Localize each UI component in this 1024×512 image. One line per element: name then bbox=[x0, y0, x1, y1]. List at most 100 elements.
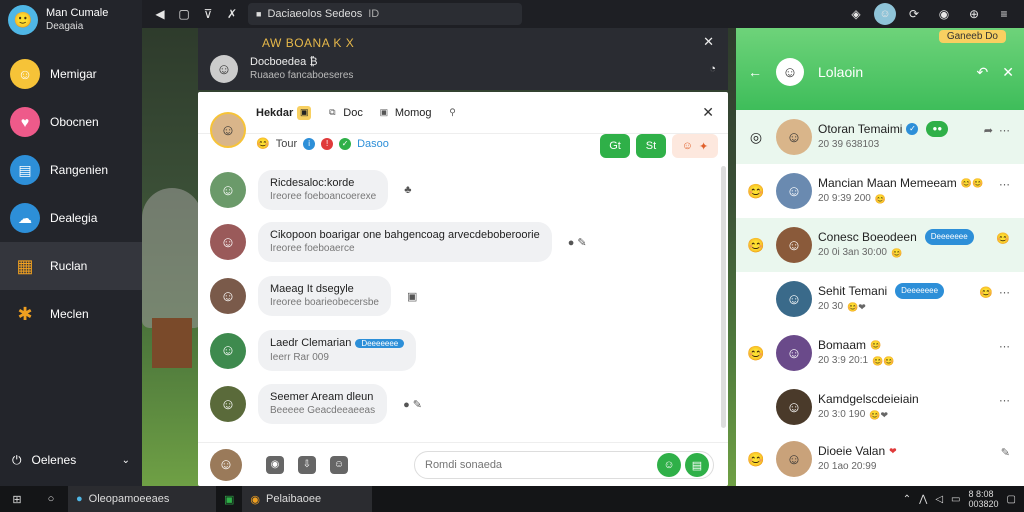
refresh-icon[interactable]: ⟳ bbox=[902, 2, 926, 26]
sidebar-item-memigar[interactable]: ☺ Memigar bbox=[0, 50, 142, 98]
more-icon[interactable]: ⋯ bbox=[999, 286, 1010, 299]
reaction-button[interactable]: ☺ ✦ bbox=[672, 134, 718, 158]
user-avatar[interactable]: ☺ bbox=[874, 3, 896, 25]
sidebar-item-ruclan[interactable]: ▦ Ruclan bbox=[0, 242, 142, 290]
clock-time: 8 8:08 bbox=[968, 489, 994, 499]
contact-name: Sehit Temani bbox=[818, 284, 888, 298]
more-icon[interactable]: ⋯ bbox=[999, 124, 1010, 137]
sidebar-item-dealegia[interactable]: ☁ Dealegia bbox=[0, 194, 142, 242]
camera-icon[interactable]: ◉ bbox=[266, 455, 284, 474]
message-input[interactable] bbox=[425, 459, 653, 471]
flag-icon: ◎ bbox=[749, 128, 763, 145]
menu-icon[interactable]: ≡ bbox=[992, 2, 1016, 26]
close-icon[interactable]: ✕ bbox=[702, 104, 714, 121]
list-item[interactable]: 😊 ☺ Dioeie Valan ❤ 20 1ao 20:99 ✎ bbox=[736, 432, 1024, 486]
grid-icon: ▦ bbox=[16, 255, 34, 276]
chat-tabs: Hekdar ▣ ⧉ Doc ▣ Momog ⚲ bbox=[198, 92, 728, 134]
sidebar-item-meclen[interactable]: ✱ Meclen bbox=[0, 290, 142, 338]
profile[interactable]: 🙂 Man Cumale Deagaia bbox=[0, 0, 142, 40]
close-icon[interactable]: ✕ bbox=[1002, 64, 1014, 81]
share-icon[interactable]: ➦ bbox=[984, 124, 993, 137]
sidebar-bottom-menu[interactable]: ⏻ Oelenes ⌄ bbox=[0, 434, 142, 486]
profile-avatar[interactable]: 🙂 bbox=[8, 5, 38, 35]
more-icon[interactable]: ◔ bbox=[709, 63, 716, 75]
send-button[interactable]: ▤ bbox=[685, 453, 709, 477]
system-tray: ⌃ ⋀ ◁ ▭ 8 8:08 003820 ▢ bbox=[903, 489, 1016, 509]
panel-badge[interactable]: Ganeeb Do bbox=[938, 30, 1006, 43]
share-button[interactable]: St bbox=[636, 134, 666, 158]
message-bubble: Ricdesaloc:korde Ireoree foeboancoerexe bbox=[258, 170, 389, 210]
contact-name: Mancian Maan Memeeam bbox=[818, 176, 957, 190]
self-avatar[interactable]: ☺ bbox=[210, 448, 242, 481]
sidebar-item-label: Obocnen bbox=[50, 115, 99, 129]
contact-avatar[interactable]: ☺ bbox=[776, 58, 804, 86]
network-icon[interactable]: ⋀ bbox=[919, 494, 927, 505]
list-item[interactable]: ☺ Seemer Aream dleun Beeeee Geacdeeaeeas… bbox=[210, 384, 422, 424]
more-icon[interactable]: ⋯ bbox=[999, 178, 1010, 191]
list-item[interactable]: 😊 ☺ Conesc Boeodeen Deeeeeee 20 0i 3an 30… bbox=[736, 218, 1024, 272]
start-button[interactable]: ⊞ bbox=[0, 486, 34, 512]
sticker-icon[interactable]: ☺ bbox=[330, 455, 348, 474]
emoji-icon[interactable]: ✎ bbox=[1001, 446, 1010, 459]
top-bar: ◀ ▢ ⊽ ✗ ■ Daciaeolos Sedeos ID ◈ ☺ ⟳ ◉ ⊕… bbox=[142, 0, 1024, 28]
contact-sub: 20 9:39 200 bbox=[818, 193, 871, 204]
taskbar-item-files[interactable]: ▣ bbox=[216, 486, 242, 512]
more-icon[interactable]: ⋯ bbox=[999, 394, 1010, 407]
smile-icon: 😊 bbox=[747, 182, 765, 199]
emoji-icon[interactable]: 😊 bbox=[996, 232, 1010, 245]
taskbar-label: Pelaibaoee bbox=[266, 493, 322, 505]
reaction-icon[interactable]: ● ✎ bbox=[568, 236, 587, 249]
list-item[interactable]: 😊 ☺ Mancian Maan Memeeam 😊😊 20 9:39 200 😊 … bbox=[736, 164, 1024, 218]
list-item[interactable]: ☺ Sehit Temani Deeeeeee 20 30 😊❤ 😊 ⋯ bbox=[736, 272, 1024, 326]
emoji-icon: 😊❤ bbox=[869, 410, 889, 420]
taskbar-item-browser[interactable]: ● Oleopamoeeaes bbox=[68, 486, 216, 512]
battery-icon[interactable]: ▭ bbox=[951, 494, 960, 505]
emoji-icon[interactable]: 😊 bbox=[979, 286, 993, 299]
cloud-icon: ☁ bbox=[10, 203, 40, 233]
emoji-button[interactable]: ☺ bbox=[657, 453, 681, 477]
list-item[interactable]: ☺ Maeag It dsegyle Ireoree boarieobecers… bbox=[210, 276, 417, 316]
address-bar[interactable]: ■ Daciaeolos Sedeos ID bbox=[248, 3, 522, 25]
back-icon[interactable]: ◀ bbox=[148, 2, 172, 26]
call-button[interactable]: Gt bbox=[600, 134, 630, 158]
list-item[interactable]: ☺ Kamdgelscdeieiain 20 3:0 190 😊❤ ⋯ bbox=[736, 380, 1024, 434]
volume-icon[interactable]: ◁ bbox=[935, 494, 943, 505]
search-icon[interactable]: ⚲ bbox=[446, 106, 460, 120]
list-item[interactable]: 😊 ☺ Bomaam 😊 20 3:9 20:1 😊😊 ⋯ bbox=[736, 326, 1024, 380]
list-item[interactable]: ☺ Laedr Clemarian Deeeeeee Ieerr Rar 009 bbox=[210, 330, 417, 371]
download-icon[interactable]: ⊕ bbox=[962, 2, 986, 26]
window-icon[interactable]: ▢ bbox=[172, 2, 196, 26]
search-icon[interactable]: ○ bbox=[34, 486, 68, 512]
back-arrow-icon[interactable]: ← bbox=[748, 64, 762, 80]
extension-icon[interactable]: ◈ bbox=[844, 2, 868, 26]
reaction-icon[interactable]: ▣ bbox=[407, 290, 417, 303]
taskbar-item-chrome[interactable]: ◉ Pelaibaoee bbox=[242, 486, 373, 512]
notification-row[interactable]: ☺ Docboedea ₿ Ruaaeo fancaboeseres ◔ bbox=[210, 55, 716, 83]
settings-icon[interactable]: ◉ bbox=[932, 2, 956, 26]
notification-icon[interactable]: ▢ bbox=[1007, 494, 1016, 505]
more-icon[interactable]: ⋯ bbox=[999, 340, 1010, 353]
cross-icon[interactable]: ✗ bbox=[220, 2, 244, 26]
attach-icon[interactable]: ⇩ bbox=[298, 455, 316, 474]
check-icon: ✓ bbox=[339, 137, 352, 150]
list-item[interactable]: ◎ ☺ Otoran Temaimi ✓ ●● 20 39 638103 ➦ ⋯ bbox=[736, 110, 1024, 164]
clock[interactable]: 8 8:08 003820 bbox=[969, 489, 999, 509]
tab-doc[interactable]: ⧉ Doc bbox=[325, 106, 363, 120]
close-icon[interactable]: ✕ bbox=[703, 34, 714, 50]
reaction-icon[interactable]: ♣ bbox=[404, 184, 411, 196]
tab-momog[interactable]: ▣ Momog bbox=[377, 106, 432, 120]
chevron-up-icon[interactable]: ⌃ bbox=[903, 494, 911, 505]
filter-icon[interactable]: ⊽ bbox=[196, 2, 220, 26]
list-item[interactable]: ☺ Cikopoon boarigar one bahgencoag arvec… bbox=[210, 222, 587, 262]
chat-header-avatar[interactable]: ☺ bbox=[210, 112, 246, 148]
message-bubble: Laedr Clemarian Deeeeeee Ieerr Rar 009 bbox=[258, 330, 417, 371]
tab-hekdar[interactable]: Hekdar ▣ bbox=[256, 105, 312, 120]
undo-icon[interactable]: ↶ bbox=[977, 64, 989, 81]
sidebar-item-label: Memigar bbox=[50, 67, 97, 81]
scrollbar[interactable] bbox=[721, 166, 726, 428]
info-icon: i bbox=[303, 137, 316, 150]
sidebar-item-obocnen[interactable]: ♥ Obocnen bbox=[0, 98, 142, 146]
reaction-icon[interactable]: ● ✎ bbox=[403, 398, 422, 411]
sidebar-item-rangenien[interactable]: ▤ Rangenien bbox=[0, 146, 142, 194]
list-item[interactable]: ☺ Ricdesaloc:korde Ireoree foeboancoerex… bbox=[210, 170, 411, 210]
